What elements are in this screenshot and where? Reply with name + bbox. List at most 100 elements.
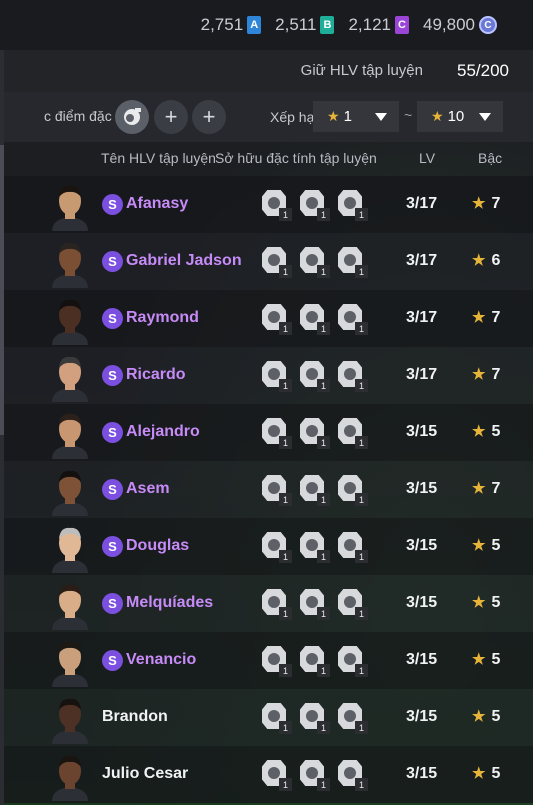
coach-row[interactable]: S Afanasy 1 1 1 3/17 ★ 7 (4, 176, 533, 233)
coach-row[interactable]: Julio Cesar 1 1 1 3/15 ★ 5 (4, 746, 533, 803)
trait-level: 1 (279, 436, 292, 449)
coach-name: Asem (126, 480, 170, 497)
coach-grade: ★ 7 (472, 308, 500, 327)
column-header-lv: LV (419, 150, 436, 166)
coach-row[interactable]: S Douglas 1 1 1 3/15 ★ 5 (4, 518, 533, 575)
star-icon: ★ (472, 309, 486, 326)
trait-icon: 1 (338, 646, 368, 677)
trait-level: 1 (355, 550, 368, 563)
trait-level: 1 (279, 265, 292, 278)
currency-c: 2,121 C (348, 15, 409, 35)
coach-name: Alejandro (126, 423, 200, 440)
coin-icon: C (479, 16, 497, 34)
trait-icon: 1 (262, 475, 292, 506)
filter-bar: c điểm đặc + + Xếp hạ ★ 1 ~ ★ 10 (4, 92, 533, 142)
coach-name: Julio Cesar (102, 765, 189, 782)
coach-grade: ★ 5 (472, 536, 500, 555)
grade-sort-label: Xếp hạ (270, 109, 315, 125)
trait-level: 1 (355, 322, 368, 335)
s-grade-badge: S (102, 251, 123, 272)
currency-a-value: 2,751 (200, 15, 244, 34)
trait-icon: 1 (262, 703, 292, 734)
trait-level: 1 (355, 664, 368, 677)
trait-level: 1 (279, 322, 292, 335)
coach-portrait (48, 238, 92, 288)
coach-grade: ★ 5 (472, 422, 500, 441)
coach-name: Venancio (126, 651, 197, 668)
trait-icon: 1 (338, 760, 368, 791)
coach-portrait (48, 409, 92, 459)
coach-name: Brandon (102, 708, 168, 725)
coach-row[interactable]: S Gabriel Jadson 1 1 1 3/17 ★ 6 (4, 233, 533, 290)
chevron-down-icon (375, 113, 387, 121)
plus-icon: + (164, 104, 178, 129)
coach-grade-value: 6 (491, 252, 501, 269)
coach-row[interactable]: Brandon 1 1 1 3/15 ★ 5 (4, 689, 533, 746)
coach-grade-value: 5 (491, 765, 501, 782)
star-icon: ★ (327, 108, 340, 124)
coach-grade-value: 5 (491, 651, 501, 668)
trait-icon: 1 (300, 190, 330, 221)
coach-row[interactable]: S Melquíades 1 1 1 3/15 ★ 5 (4, 575, 533, 632)
coach-grade: ★ 7 (472, 479, 500, 498)
trait-level: 1 (317, 322, 330, 335)
trait-level: 1 (317, 721, 330, 734)
trait-filter-label: c điểm đặc (44, 108, 112, 124)
trait-icon: 1 (338, 247, 368, 278)
grade-to-select[interactable]: ★ 10 (417, 101, 503, 132)
coach-lv: 3/17 (406, 366, 438, 383)
coach-lv: 3/15 (406, 594, 438, 611)
trait-icon: 1 (262, 418, 292, 449)
s-grade-badge: S (102, 593, 123, 614)
column-header-name: Tên HLV tập luyện (101, 150, 216, 166)
trait-level: 1 (317, 550, 330, 563)
currency-bar: 2,751 A 2,511 B 2,121 C 49,800 C (0, 0, 533, 50)
trait-filter-slot-1[interactable] (115, 100, 149, 134)
trait-icon: 1 (300, 361, 330, 392)
coach-row[interactable]: S Ricardo 1 1 1 3/17 ★ 7 (4, 347, 533, 404)
coach-lv: 3/17 (406, 252, 438, 269)
coach-row[interactable]: S Alejandro 1 1 1 3/15 ★ 5 (4, 404, 533, 461)
grade-from-select[interactable]: ★ 1 (313, 101, 399, 132)
hold-value: 55/200 (457, 61, 509, 80)
plus-icon: + (202, 104, 216, 129)
coach-lv: 3/15 (406, 708, 438, 725)
trait-level: 1 (355, 208, 368, 221)
coach-portrait (48, 637, 92, 687)
coach-grade: ★ 5 (472, 764, 500, 783)
coach-row[interactable]: S Venancio 1 1 1 3/15 ★ 5 (4, 632, 533, 689)
coach-grade-value: 5 (491, 708, 501, 725)
trait-level: 1 (279, 664, 292, 677)
currency-b: 2,511 B (275, 15, 335, 35)
trait-level: 1 (279, 550, 292, 563)
range-separator: ~ (404, 107, 413, 123)
trait-icon: 1 (338, 190, 368, 221)
coach-portrait (48, 751, 92, 801)
chevron-down-icon (479, 113, 491, 121)
s-grade-badge: S (102, 308, 123, 329)
trait-level: 1 (317, 436, 330, 449)
currency-coin-value: 49,800 (423, 15, 475, 34)
coach-grade: ★ 5 (472, 593, 500, 612)
coach-lv: 3/15 (406, 651, 438, 668)
coach-row[interactable]: S Asem 1 1 1 3/15 ★ 7 (4, 461, 533, 518)
trait-icon: 1 (338, 589, 368, 620)
coach-lv: 3/15 (406, 537, 438, 554)
coach-lv: 3/17 (406, 309, 438, 326)
trait-level: 1 (279, 208, 292, 221)
trait-filter-slot-2[interactable]: + (154, 100, 188, 134)
coach-grade-value: 7 (491, 480, 501, 497)
coach-lv: 3/17 (406, 195, 438, 212)
coach-row[interactable]: S Raymond 1 1 1 3/17 ★ 7 (4, 290, 533, 347)
currency-coin: 49,800 C (423, 15, 497, 35)
trait-icon: 1 (338, 703, 368, 734)
trait-icon: 1 (338, 475, 368, 506)
coach-name: Ricardo (126, 366, 186, 383)
hold-coach-row: Giữ HLV tập luyện 55/200 (4, 50, 533, 92)
grade-to-value: 10 (447, 108, 465, 125)
star-icon: ★ (472, 366, 486, 383)
star-icon: ★ (472, 480, 486, 497)
coach-name: Douglas (126, 537, 190, 554)
trait-level: 1 (279, 721, 292, 734)
trait-filter-slot-3[interactable]: + (192, 100, 226, 134)
